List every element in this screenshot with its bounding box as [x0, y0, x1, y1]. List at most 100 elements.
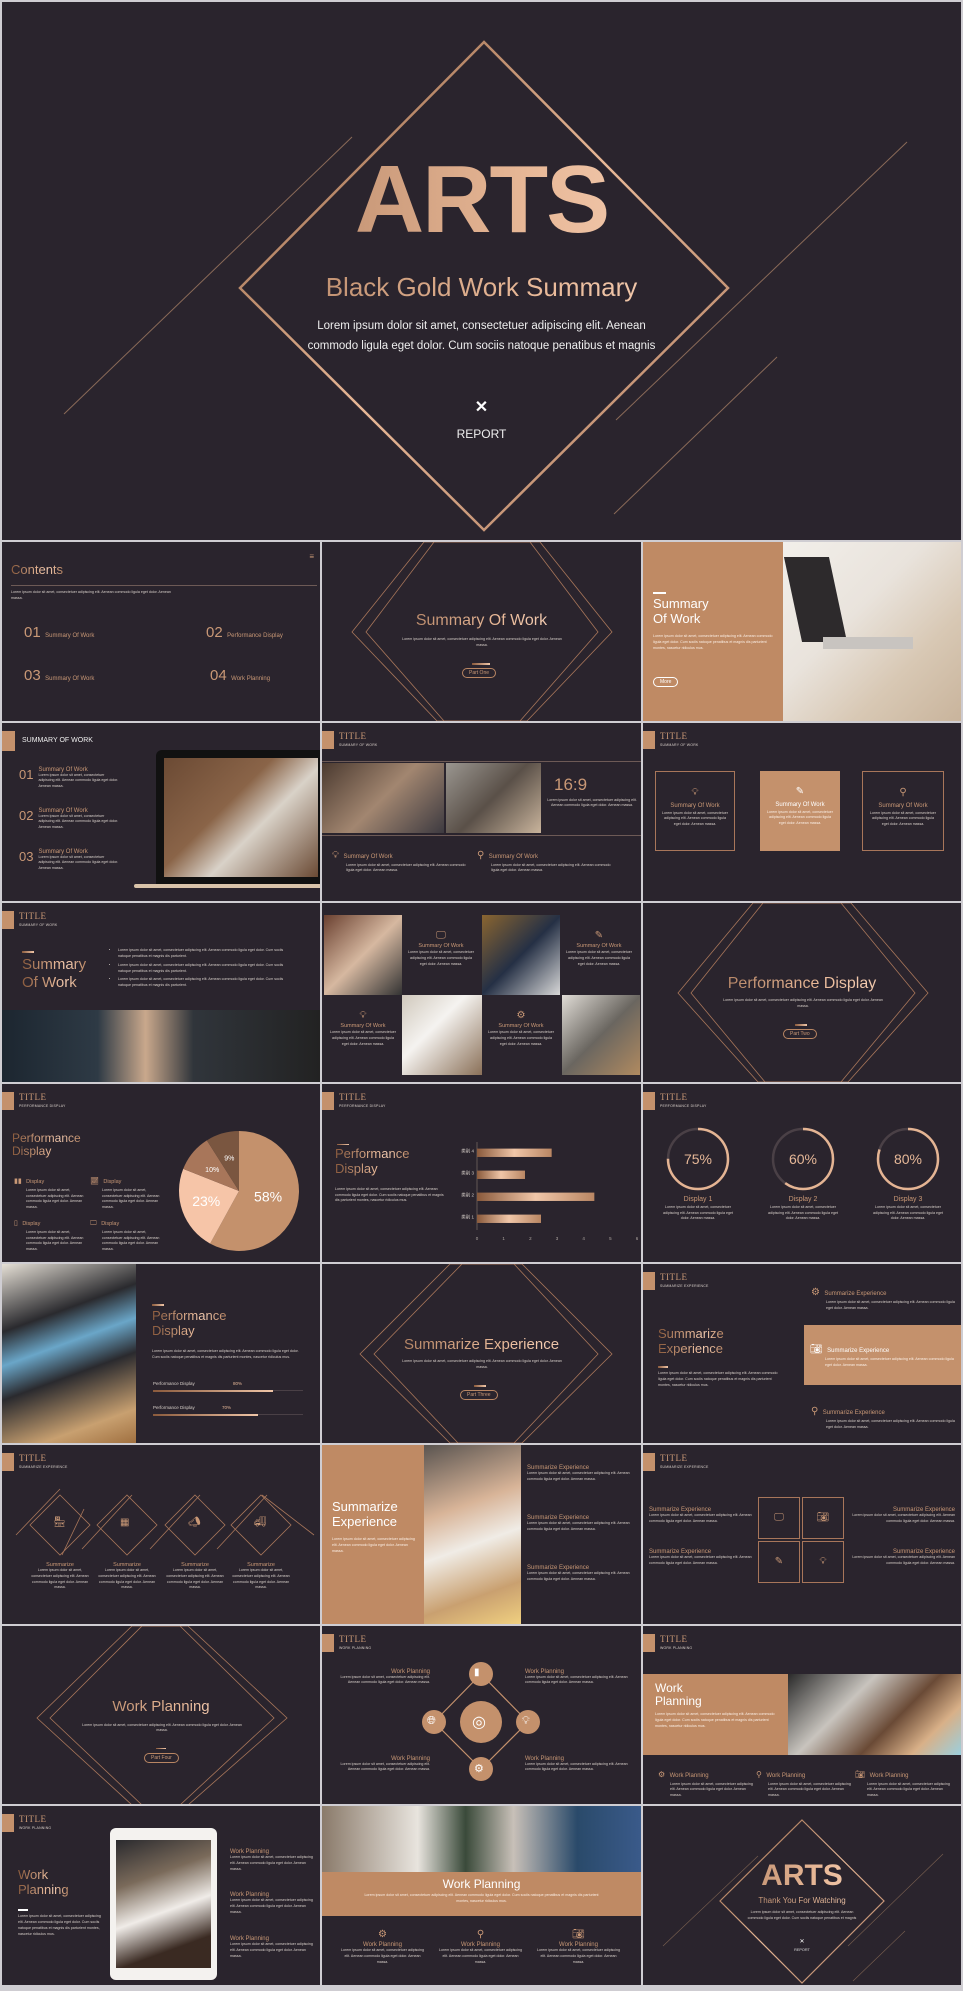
item-label: Work Planning	[669, 1772, 709, 1779]
title-line-2: Of Work	[653, 610, 701, 626]
slide-thank-you[interactable]: ARTS Thank You For Watching Lorem ipsum …	[643, 1806, 961, 1985]
slide-checkerboard[interactable]: 🖵︎ Summary Of Work Lorem ipsum dolor sit a…	[322, 903, 641, 1082]
slide-progress[interactable]: Performance Display Lorem ipsum dolor sit…	[2, 1264, 320, 1443]
part-button[interactable]: Part Three	[460, 1390, 498, 1401]
planning-title: Work Planning	[18, 1868, 69, 1898]
slide-summary-list[interactable]: SUMMARY OF WORK 01 Summary Of Work Lorem i…	[2, 722, 320, 902]
pencil-icon: ✎	[774, 1555, 784, 1567]
tablet-mockup	[110, 1828, 217, 1981]
gears-icon: ⚙	[474, 1762, 484, 1775]
slide-planning-header[interactable]: Work Planning Lorem ipsum dolor sit amet…	[322, 1806, 641, 1985]
slide-icon-grid[interactable]: TITLE SUMMARIZE EXPERIENCE 🖵︎ 📷︎ ✎ 💡︎ Su…	[643, 1444, 961, 1624]
slide-summarize-photo[interactable]: Summarize Experience Lorem ipsum dolor si…	[322, 1444, 641, 1624]
gauge-item: 80% Display 3 Lorem ipsum dolor sit amet, …	[873, 1124, 943, 1222]
slide-cover[interactable]: ARTS Black Gold Work Summary Lorem ipsum…	[2, 2, 961, 540]
thanks-text: Lorem ipsum dolor sit amet, consectetuer…	[747, 1910, 857, 1920]
meeting-photo	[2, 1010, 320, 1082]
slide-bullets[interactable]: TITLE SUMMARY OF WORK SummaryOf Work Lor…	[2, 903, 320, 1082]
section-title: Summary Of Work	[322, 612, 641, 630]
slide-gauges[interactable]: TITLE PERFORMANCE DISPLAY 75% Display 1 Lo…	[643, 1083, 961, 1263]
item-text: Lorem ipsum dolor sit amet, consectetuer…	[527, 1520, 630, 1531]
title-line-1: Summary	[22, 956, 87, 974]
slide-planning-banner[interactable]: TITLE WORK PLANNING Work Planning Lorem i…	[643, 1625, 961, 1805]
title-line-1: Summarize	[332, 1498, 398, 1514]
title-line-2: Display	[152, 1323, 195, 1339]
contents-item-1[interactable]: 01 Summary Of Work	[24, 624, 94, 642]
cover-title: ARTS	[2, 152, 961, 248]
planning-item-4: Work Planning Lorem ipsum dolor sit amet,…	[525, 1756, 630, 1774]
laptop-base	[134, 883, 320, 888]
team-photo-1	[322, 762, 444, 833]
slide-section-one[interactable]: Summary Of Work Lorem ipsum dolor sit am…	[322, 542, 641, 721]
item-number: 03	[19, 848, 34, 864]
item-text: Lorem ipsum dolor sit amet, consectetuer…	[527, 1570, 630, 1581]
monitor-icon: 🖵︎	[774, 1511, 784, 1523]
slide-subtitle: SUMMARY OF WORK	[339, 742, 378, 747]
hamburger-icon[interactable]: ≡	[309, 552, 314, 561]
contents-item-2[interactable]: 02 Performance Display	[206, 624, 283, 642]
calendar-icon: ▦	[120, 1516, 130, 1528]
feature-text: Lorem ipsum dolor sit amet, consectetuer…	[491, 862, 611, 873]
part-button[interactable]: Part Two	[783, 1029, 817, 1040]
pencil-icon: ✎	[594, 930, 604, 942]
close-icon[interactable]: ✕	[643, 1938, 961, 1945]
accent-bar	[152, 1304, 164, 1306]
slide-section-two[interactable]: Performance Display Lorem ipsum dolor si…	[643, 903, 961, 1082]
divider	[322, 760, 641, 762]
item-number: 01	[24, 624, 41, 641]
pencil-icon: ✎	[795, 785, 805, 797]
display-label: Display	[103, 1178, 122, 1185]
slide-three-boxes[interactable]: TITLE SUMMARY OF WORK 💡︎ Summary Of Work L…	[643, 722, 961, 902]
section-title: Summarize Experience	[322, 1336, 641, 1353]
tag-block	[2, 1091, 14, 1110]
feature-label: Summary Of Work	[343, 853, 393, 860]
slide-pie-chart[interactable]: TITLE PERFORMANCE DISPLAY Performance Dis…	[2, 1083, 320, 1263]
bar-chart-icon: ▮	[474, 1666, 480, 1678]
contents-item-4[interactable]: 04 Work Planning	[210, 667, 270, 685]
team-photo-2	[446, 762, 541, 833]
slide-summary-intro[interactable]: Summary Of Work Lorem ipsum dolor sit ame…	[643, 542, 961, 721]
part-button[interactable]: Part One	[462, 668, 497, 678]
feature-text: Lorem ipsum dolor sit amet, consectetuer…	[346, 862, 466, 873]
close-icon[interactable]: ✕	[2, 397, 961, 417]
item-label: Work Planning	[766, 1772, 806, 1779]
tag-block	[643, 1633, 655, 1652]
item-text: Lorem ipsum dolor sit amet, consectetuer…	[230, 1898, 313, 1914]
slide-section-four[interactable]: Work Planning Lorem ipsum dolor sit amet…	[2, 1625, 320, 1805]
divider	[322, 834, 641, 836]
summarize-text: Lorem ipsum dolor sit amet, consectetuer…	[658, 1371, 778, 1387]
target-icon: ◎	[472, 1713, 486, 1731]
perf-text: Lorem ipsum dolor sit amet, consectetuer…	[152, 1349, 299, 1360]
slide-bar-chart[interactable]: TITLE PERFORMANCE DISPLAY Performance Dis…	[322, 1083, 641, 1263]
item-text: Lorem ipsum dolor sit amet, consectetuer…	[537, 1948, 620, 1964]
search-icon: ⚲	[756, 1769, 762, 1779]
slide-planning-network[interactable]: TITLE WORK PLANNING ▮ 🌐︎ ◎ 💡︎ ⚙ Work Pla…	[322, 1625, 641, 1805]
feature-cell-2: ✎ Summary Of Work Lorem ipsum dolor sit am…	[560, 915, 638, 995]
slide-photo-strip[interactable]: TITLE SUMMARY OF WORK 16:9 Lorem ipsum d…	[322, 722, 641, 902]
x-tick-label: 4	[582, 1236, 585, 1241]
bullet-item: Lorem ipsum dolor sit amet, consectetuer…	[118, 977, 284, 989]
bar-chart-icon: ▮▮	[14, 1177, 22, 1185]
contents-item-3[interactable]: 03 Summary Of Work	[24, 667, 94, 685]
slide-contents[interactable]: Contents ≡ Lorem ipsum dolor sit amet, c…	[2, 542, 320, 721]
accent-bar	[653, 592, 666, 594]
cell-text: Lorem ipsum dolor sit amet, consectetuer…	[488, 1030, 554, 1046]
slide-subtitle: PERFORMANCE DISPLAY	[339, 1103, 386, 1108]
box-text: Lorem ipsum dolor sit amet, consectetuer…	[662, 810, 728, 827]
tag-block	[322, 1091, 334, 1110]
display-text: Lorem ipsum dolor sit amet, consectetuer…	[26, 1229, 84, 1252]
title-line-2: Planning	[655, 1694, 702, 1709]
category-label: 类别 2	[461, 1191, 474, 1198]
slide-four-diamonds[interactable]: TITLE SUMMARIZE EXPERIENCE 🏪︎ ▦ 📣︎ 🚚︎ Su…	[2, 1444, 320, 1624]
slide-title: TITLE	[660, 1091, 688, 1102]
item-text: Lorem ipsum dolor sit amet, consectetuer…	[340, 1761, 431, 1772]
part-button[interactable]: Part Four	[144, 1752, 179, 1763]
slide-subtitle: SUMMARIZE EXPERIENCE	[660, 1284, 709, 1289]
slide-planning-tablet[interactable]: TITLE WORK PLANNING Work Planning Lorem i…	[2, 1806, 320, 1985]
slide-summarize-list[interactable]: TITLE SUMMARIZE EXPERIENCE Summarize Expe…	[643, 1264, 961, 1443]
more-button[interactable]: More	[653, 677, 679, 687]
x-tick-label: 6	[636, 1236, 639, 1241]
slide-section-three[interactable]: Summarize Experience Lorem ipsum dolor s…	[322, 1264, 641, 1443]
display-text: Lorem ipsum dolor sit amet, consectetuer…	[26, 1187, 84, 1210]
progress-row: Performance Display 70%	[153, 1405, 303, 1425]
